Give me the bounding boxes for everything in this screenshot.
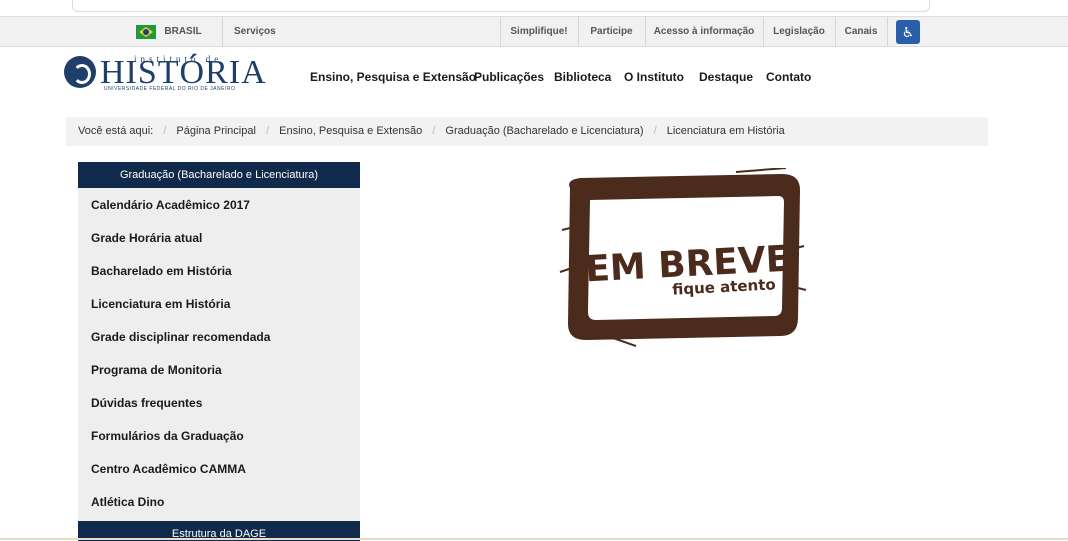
breadcrumb-item-home[interactable]: Página Principal (176, 125, 256, 137)
nav-contato[interactable]: Contato (766, 70, 811, 84)
government-bar: BRASIL Serviços Simplifique! Participe A… (0, 16, 1068, 47)
logo-university-text: UNIVERSIDADE FEDERAL DO RIO DE JANEIRO (104, 86, 236, 92)
sidebar-item-camma[interactable]: Centro Acadêmico CAMMA (78, 453, 360, 486)
nav-o-instituto[interactable]: O Instituto (624, 70, 684, 84)
nav-publicacoes[interactable]: Publicações (474, 70, 544, 84)
breadcrumb-item-graduacao[interactable]: Graduação (Bacharelado e Licenciatura) (445, 125, 643, 137)
breadcrumb-item-ensino[interactable]: Ensino, Pesquisa e Extensão (279, 125, 422, 137)
top-scroll-strip (0, 0, 1068, 14)
brazil-flag-icon (136, 25, 156, 39)
gov-link-acesso[interactable]: Acesso à informação (645, 17, 763, 47)
logo-historia-text: HISTÓRIA (100, 54, 267, 91)
gov-link-canais[interactable]: Canais (835, 17, 887, 47)
sidebar-item-monitoria[interactable]: Programa de Monitoria (78, 354, 360, 387)
gov-link-participe[interactable]: Participe (578, 17, 645, 47)
sidebar: Graduação (Bacharelado e Licenciatura) C… (78, 162, 360, 541)
gov-services-link[interactable]: Serviços (234, 17, 278, 47)
gov-country-link[interactable]: BRASIL (163, 17, 203, 47)
sidebar-heading: Graduação (Bacharelado e Licenciatura) (78, 162, 360, 188)
em-breve-stamp: EM BREVE fique atento (559, 168, 806, 347)
site-logo[interactable]: instituto de HISTÓRIA UNIVERSIDADE FEDER… (64, 52, 266, 94)
gov-link-simplifique[interactable]: Simplifique! (500, 17, 578, 47)
breadcrumb-prefix: Você está aqui: (78, 125, 154, 137)
sidebar-item-calendario[interactable]: Calendário Acadêmico 2017 (78, 189, 360, 222)
sidebar-item-grade-horaria[interactable]: Grade Horária atual (78, 222, 360, 255)
gov-link-legislacao[interactable]: Legislação (763, 17, 835, 47)
accessibility-icon[interactable]: ♿ (896, 20, 920, 44)
sidebar-item-licenciatura[interactable]: Licenciatura em História (78, 288, 360, 321)
nav-destaque[interactable]: Destaque (699, 70, 753, 84)
sidebar-item-duvidas[interactable]: Dúvidas frequentes (78, 387, 360, 420)
breadcrumb: Você está aqui: / Página Principal / Ens… (66, 117, 988, 146)
logo-emblem-icon (64, 56, 96, 88)
nav-biblioteca[interactable]: Biblioteca (554, 70, 611, 84)
nav-ensino[interactable]: Ensino, Pesquisa e Extensão (310, 70, 476, 84)
sidebar-item-formularios[interactable]: Formulários da Graduação (78, 420, 360, 453)
bottom-divider (0, 538, 1068, 540)
breadcrumb-item-current: Licenciatura em História (666, 125, 785, 137)
sidebar-item-bacharelado[interactable]: Bacharelado em História (78, 255, 360, 288)
sidebar-item-grade-disciplinar[interactable]: Grade disciplinar recomendada (78, 321, 360, 354)
sidebar-item-atletica[interactable]: Atlética Dino (78, 486, 360, 519)
